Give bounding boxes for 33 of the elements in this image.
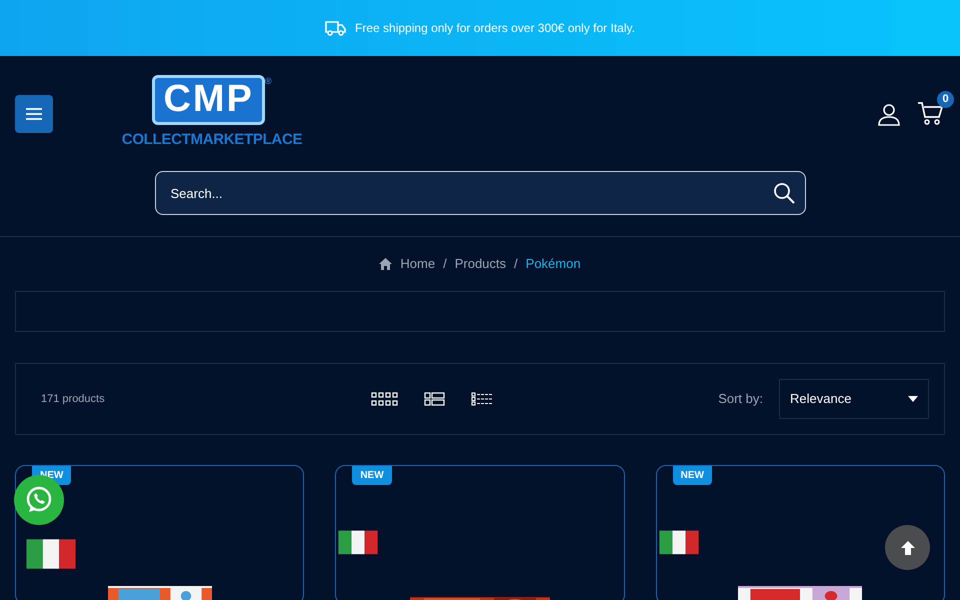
back-to-top-button[interactable] (885, 525, 930, 570)
search-icon[interactable] (772, 182, 794, 204)
menu-icon (25, 106, 43, 120)
breadcrumb-link[interactable]: Home (400, 254, 436, 274)
cart-count: 0 (937, 90, 954, 108)
sort-label: Sort by: (718, 390, 763, 408)
new-badge: NEW (672, 466, 712, 485)
search-field[interactable]: Search... (154, 171, 806, 215)
logo-wordmark[interactable]: COLLECTMARKETPLACE (122, 129, 302, 152)
product-count: 171 products (41, 392, 106, 407)
home-icon (379, 258, 392, 270)
breadcrumb-separator: / (514, 255, 518, 274)
breadcrumb-link[interactable]: Pokémon (526, 254, 581, 274)
product-card[interactable]: NEW (335, 465, 625, 600)
shipping-notice: Free shipping only for orders over 300€ only for Italy. (355, 20, 635, 37)
caret-icon (908, 396, 918, 402)
sort-dropdown[interactable]: Relevance (779, 379, 929, 419)
new-badge: NEW (352, 466, 392, 485)
truck-icon (325, 20, 348, 36)
logo-letters[interactable]: CMP (152, 75, 265, 126)
compact-list-icon[interactable] (471, 392, 493, 406)
cart-icon[interactable] (917, 100, 943, 124)
menu-button[interactable] (15, 94, 53, 132)
breadcrumb-separator: / (443, 255, 447, 274)
grid-view-icon[interactable] (371, 392, 398, 406)
italian-flag-icon (658, 528, 699, 557)
list-view-icon[interactable] (424, 392, 445, 406)
user-icon[interactable] (877, 102, 901, 126)
italian-flag-icon (338, 528, 378, 557)
whatsapp-icon (24, 485, 54, 515)
breadcrumb-link[interactable]: Products (454, 254, 506, 274)
arrow-up-icon (900, 540, 916, 556)
registered-mark: ® (264, 75, 272, 88)
